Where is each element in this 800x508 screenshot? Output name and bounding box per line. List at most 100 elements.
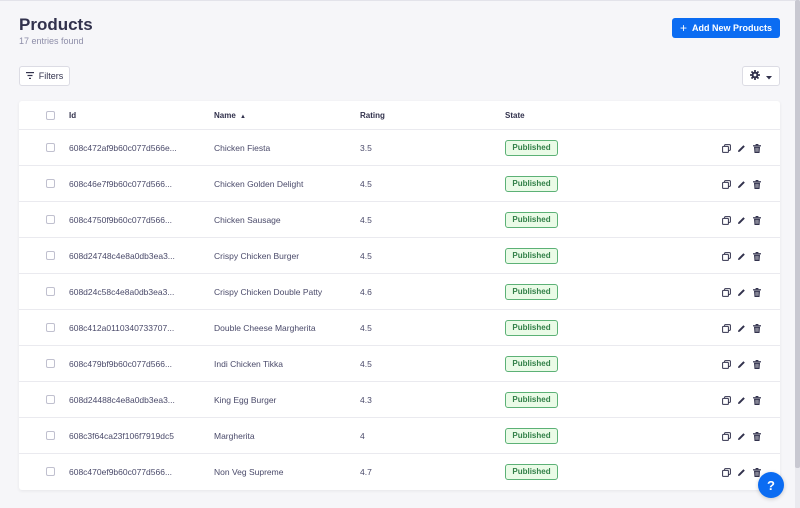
table-row[interactable]: 608c479bf9b60c077d566... Indi Chicken Tik… <box>19 346 780 382</box>
cell-id: 608d24488c4e8a0db3ea3... <box>69 395 175 405</box>
pencil-icon[interactable] <box>736 287 747 298</box>
duplicate-icon[interactable] <box>721 251 732 262</box>
row-checkbox[interactable] <box>46 323 55 332</box>
row-actions <box>721 214 762 226</box>
plus-icon: + <box>679 21 687 35</box>
duplicate-icon[interactable] <box>721 467 732 478</box>
status-badge: Published <box>505 392 558 408</box>
table-row[interactable]: 608d24c58c4e8a0db3ea3... Crispy Chicken D… <box>19 274 780 310</box>
column-header-name[interactable]: Name ▲ <box>214 101 246 130</box>
pencil-icon[interactable] <box>736 467 747 478</box>
row-checkbox[interactable] <box>46 251 55 260</box>
row-checkbox[interactable] <box>46 143 55 152</box>
row-checkbox[interactable] <box>46 467 55 476</box>
cell-id: 608c46e7f9b60c077d566... <box>69 179 173 189</box>
duplicate-icon[interactable] <box>721 431 732 442</box>
row-checkbox[interactable] <box>46 395 55 404</box>
trash-icon[interactable] <box>751 143 762 154</box>
cell-name: Indi Chicken Tikka <box>214 359 283 369</box>
pencil-icon[interactable] <box>736 179 747 190</box>
row-checkbox[interactable] <box>46 179 55 188</box>
table-header: Id Name ▲ Rating State <box>19 101 780 130</box>
trash-icon[interactable] <box>751 215 762 226</box>
status-badge: Published <box>505 320 558 336</box>
cell-id: 608c3f64ca23f106f7919dc5 <box>69 431 174 441</box>
duplicate-icon[interactable] <box>721 179 732 190</box>
trash-icon[interactable] <box>751 431 762 442</box>
trash-icon[interactable] <box>751 323 762 334</box>
row-actions <box>721 358 762 370</box>
cell-name: Non Veg Supreme <box>214 467 284 477</box>
pencil-icon[interactable] <box>736 143 747 154</box>
cell-rating: 3.5 <box>360 143 372 153</box>
status-badge: Published <box>505 140 558 156</box>
pencil-icon[interactable] <box>736 323 747 334</box>
status-badge: Published <box>505 464 558 480</box>
row-checkbox[interactable] <box>46 431 55 440</box>
trash-icon[interactable] <box>751 251 762 262</box>
filters-button[interactable]: Filters <box>19 66 70 86</box>
cell-rating: 4.6 <box>360 287 372 297</box>
row-checkbox[interactable] <box>46 215 55 224</box>
entries-count: 17 entries found <box>19 36 84 46</box>
column-header-rating[interactable]: Rating <box>360 101 385 130</box>
row-actions <box>721 286 762 298</box>
cell-rating: 4.5 <box>360 323 372 333</box>
cell-rating: 4.5 <box>360 179 372 189</box>
table-row[interactable]: 608c46e7f9b60c077d566... Chicken Golden D… <box>19 166 780 202</box>
add-new-products-button[interactable]: + Add New Products <box>672 18 780 38</box>
cell-name: Chicken Golden Delight <box>214 179 304 189</box>
cell-id: 608d24c58c4e8a0db3ea3... <box>69 287 175 297</box>
status-badge: Published <box>505 176 558 192</box>
column-header-id[interactable]: Id <box>69 101 76 130</box>
duplicate-icon[interactable] <box>721 395 732 406</box>
duplicate-icon[interactable] <box>721 287 732 298</box>
help-button[interactable]: ? <box>758 472 784 498</box>
duplicate-icon[interactable] <box>721 359 732 370</box>
duplicate-icon[interactable] <box>721 323 732 334</box>
scrollbar-thumb[interactable] <box>795 0 800 468</box>
pencil-icon[interactable] <box>736 251 747 262</box>
table-row[interactable]: 608d24748c4e8a0db3ea3... Crispy Chicken B… <box>19 238 780 274</box>
filters-label: Filters <box>38 71 64 81</box>
cell-rating: 4 <box>360 431 365 441</box>
caret-down-icon <box>766 67 772 85</box>
row-actions <box>721 142 762 154</box>
row-actions <box>721 466 762 478</box>
cell-name: Chicken Fiesta <box>214 143 271 153</box>
row-actions <box>721 178 762 190</box>
table-row[interactable]: 608c412a0110340733707... Double Cheese Ma… <box>19 310 780 346</box>
duplicate-icon[interactable] <box>721 215 732 226</box>
trash-icon[interactable] <box>751 359 762 370</box>
column-header-state[interactable]: State <box>505 101 525 130</box>
page-title: Products <box>19 15 93 34</box>
table-settings-button[interactable] <box>742 66 780 86</box>
page-scrollbar[interactable] <box>795 0 800 508</box>
cell-rating: 4.5 <box>360 215 372 225</box>
gear-icon <box>750 67 760 85</box>
table-row[interactable]: 608c472af9b60c077d566e... Chicken Fiesta 3… <box>19 130 780 166</box>
status-badge: Published <box>505 248 558 264</box>
cell-rating: 4.3 <box>360 395 372 405</box>
table-row[interactable]: 608c470ef9b60c077d566... Non Veg Supreme 4… <box>19 454 780 490</box>
cell-id: 608c470ef9b60c077d566... <box>69 467 173 477</box>
select-all-checkbox[interactable] <box>46 111 55 120</box>
pencil-icon[interactable] <box>736 215 747 226</box>
row-checkbox[interactable] <box>46 359 55 368</box>
trash-icon[interactable] <box>751 395 762 406</box>
table-row[interactable]: 608d24488c4e8a0db3ea3... King Egg Burger 4… <box>19 382 780 418</box>
filter-icon <box>25 71 34 81</box>
duplicate-icon[interactable] <box>721 143 732 154</box>
products-table: Id Name ▲ Rating State 608c472af9b60c077… <box>19 101 780 490</box>
pencil-icon[interactable] <box>736 395 747 406</box>
pencil-icon[interactable] <box>736 359 747 370</box>
table-row[interactable]: 608c3f64ca23f106f7919dc5 Margherita 4 Publi… <box>19 418 780 454</box>
trash-icon[interactable] <box>751 287 762 298</box>
column-header-name-label: Name <box>214 111 236 120</box>
cell-id: 608c479bf9b60c077d566... <box>69 359 173 369</box>
table-row[interactable]: 608c4750f9b60c077d566... Chicken Sausage 4… <box>19 202 780 238</box>
pencil-icon[interactable] <box>736 431 747 442</box>
row-checkbox[interactable] <box>46 287 55 296</box>
row-actions <box>721 430 762 442</box>
trash-icon[interactable] <box>751 179 762 190</box>
